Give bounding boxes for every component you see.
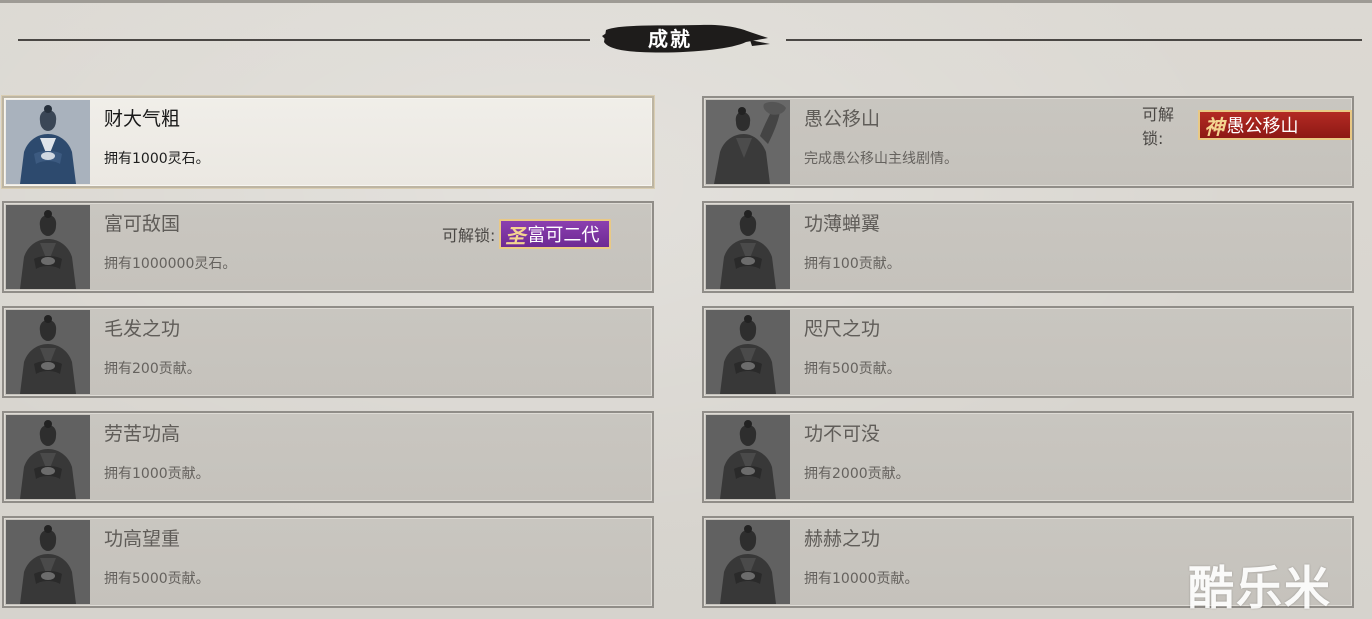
watermark: 酷乐米 <box>1188 561 1332 615</box>
unlock-label: 可解锁: <box>442 226 496 245</box>
reward-title: 富可二代 <box>527 225 600 246</box>
achievement-card[interactable]: 劳苦功高 拥有1000贡献。 <box>2 411 654 503</box>
achievement-name: 赫赫之功 <box>804 528 881 550</box>
achievement-card[interactable]: 功薄蝉翼 拥有100贡献。 <box>702 201 1354 293</box>
avatar <box>706 415 790 499</box>
achievement-name: 劳苦功高 <box>104 423 181 445</box>
header-divider-left <box>18 39 590 41</box>
unlock-label: 可解锁: <box>1142 105 1175 148</box>
avatar <box>6 205 90 289</box>
page-title: 成就 <box>648 27 692 51</box>
achievement-desc: 拥有1000灵石。 <box>104 151 210 167</box>
unlock-reward: 可解锁: 神 愚公移山 <box>1142 105 1352 148</box>
avatar <box>6 415 90 499</box>
achievement-desc: 拥有5000贡献。 <box>104 571 210 587</box>
avatar <box>706 100 790 184</box>
achievement-card[interactable]: 富可敌国 拥有1000000灵石。 可解锁: 圣 富可二代 <box>2 201 654 293</box>
achievement-desc: 拥有1000贡献。 <box>104 466 210 482</box>
achievement-card[interactable]: 功不可没 拥有2000贡献。 <box>702 411 1354 503</box>
achievement-card[interactable]: 功高望重 拥有5000贡献。 <box>2 516 654 608</box>
achievement-desc: 拥有10000贡献。 <box>804 571 919 587</box>
header-divider-right <box>786 39 1362 41</box>
achievement-card[interactable]: 毛发之功 拥有200贡献。 <box>2 306 654 398</box>
achievement-name: 功不可没 <box>804 423 881 445</box>
achievement-desc: 拥有100贡献。 <box>804 256 901 272</box>
rank-glyph-icon: 神 <box>1204 114 1225 139</box>
achievement-name: 毛发之功 <box>104 318 181 340</box>
reward-title: 愚公移山 <box>1226 116 1299 137</box>
achievement-card[interactable]: 财大气粗 拥有1000灵石。 <box>2 96 654 188</box>
avatar <box>6 310 90 394</box>
reward-badge[interactable]: 神 愚公移山 <box>1198 110 1352 140</box>
achievement-card[interactable]: 咫尺之功 拥有500贡献。 <box>702 306 1354 398</box>
achievement-name: 财大气粗 <box>104 108 181 130</box>
avatar <box>706 310 790 394</box>
achievement-name: 富可敌国 <box>104 213 181 235</box>
avatar <box>706 205 790 289</box>
avatar <box>706 520 790 604</box>
achievements-page: 成就 财大气粗 拥有1000灵石。 富可敌国 拥有1000000灵石。 可解锁:… <box>0 0 1372 619</box>
reward-badge[interactable]: 圣 富可二代 <box>499 219 612 249</box>
achievement-name: 咫尺之功 <box>804 318 881 340</box>
achievement-card[interactable]: 愚公移山 完成愚公移山主线剧情。 可解锁: 神 愚公移山 <box>702 96 1354 188</box>
avatar <box>6 100 90 184</box>
rank-glyph-icon: 圣 <box>505 223 526 248</box>
achievement-desc: 拥有200贡献。 <box>104 361 201 377</box>
achievement-desc: 拥有2000贡献。 <box>804 466 910 482</box>
achievement-desc: 拥有500贡献。 <box>804 361 901 377</box>
achievement-name: 功薄蝉翼 <box>804 213 881 235</box>
achievement-desc: 完成愚公移山主线剧情。 <box>804 151 958 167</box>
achievement-name: 功高望重 <box>104 528 181 550</box>
avatar <box>6 520 90 604</box>
top-border <box>0 0 1372 3</box>
achievement-desc: 拥有1000000灵石。 <box>104 256 237 272</box>
achievement-name: 愚公移山 <box>804 108 881 130</box>
unlock-reward: 可解锁: 圣 富可二代 <box>442 219 612 249</box>
